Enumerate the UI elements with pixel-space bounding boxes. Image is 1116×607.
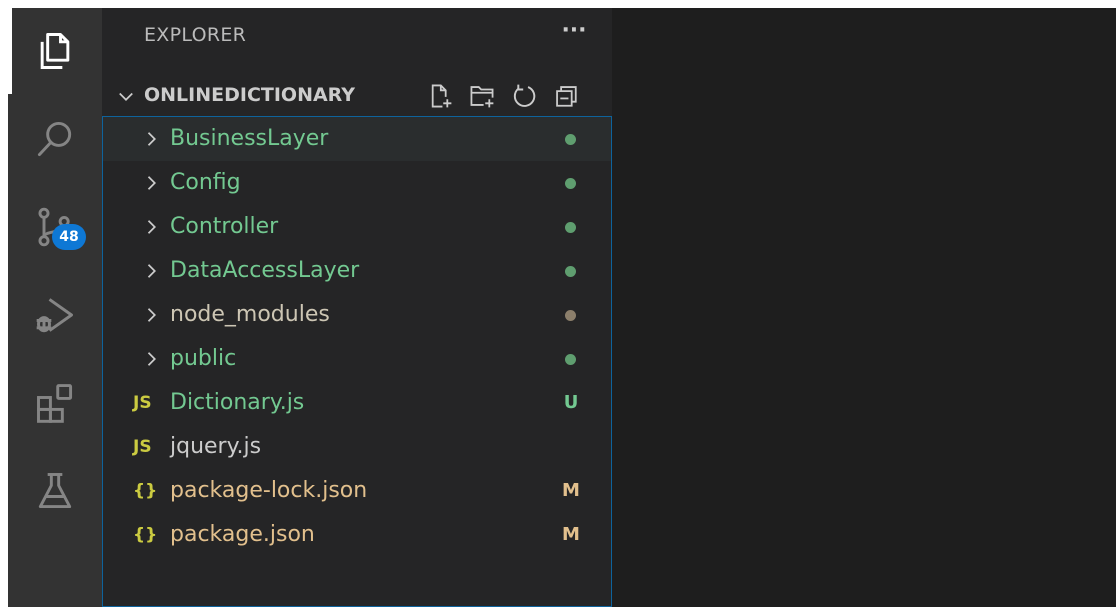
git-status-modified: M [562,524,580,545]
git-status-modified: M [562,480,580,501]
git-status-dot [565,354,576,365]
tree-item-businesslayer[interactable]: BusinessLayer [103,117,611,161]
tree-item-label: Config [170,170,241,195]
tree-item-dataaccesslayer[interactable]: DataAccessLayer [103,249,611,293]
tree-item-label: public [170,346,237,371]
tree-item-label: package-lock.json [170,478,368,503]
search-icon [37,121,72,157]
git-status-dot [565,222,576,233]
chevron-down-icon [119,92,133,101]
chevron-right-icon [147,176,156,190]
workspace-section-header[interactable]: ONLINEDICTIONARY [102,74,612,118]
activity-testing[interactable] [8,448,102,534]
tree-item-label: jquery.js [170,434,262,459]
tree-item-dictionary-js[interactable]: JS Dictionary.js U [103,381,611,425]
activity-bar: 48 [8,8,102,607]
new-folder-icon [470,86,494,108]
tree-item-config[interactable]: Config [103,161,611,205]
testing-flask-icon [38,473,72,509]
activity-run-debug[interactable] [8,272,102,358]
tree-item-package-json[interactable]: {} package.json M [103,513,611,557]
editor-area[interactable] [612,8,1116,607]
extensions-icon [37,384,73,423]
js-file-icon: JS [133,393,152,413]
json-file-icon: {} [133,481,158,501]
run-debug-icon [36,298,73,333]
tree-item-node-modules[interactable]: node_modules [103,293,611,337]
source-control-badge: 48 [52,224,86,250]
section-actions [424,80,582,112]
tree-item-jquery-js[interactable]: JS jquery.js [103,425,611,469]
workspace-title: ONLINEDICTIONARY [144,84,356,106]
refresh-button[interactable] [508,80,540,112]
tree-item-label: DataAccessLayer [170,258,360,283]
chevron-right-icon [147,308,156,322]
sidebar-title: EXPLORER [144,24,247,46]
activity-source-control[interactable]: 48 [8,184,102,270]
tree-item-package-lock-json[interactable]: {} package-lock.json M [103,469,611,513]
collapse-all-icon [556,86,577,107]
tree-item-label: node_modules [170,302,330,327]
collapse-all-button[interactable] [550,80,582,112]
chevron-right-icon [147,352,156,366]
new-file-icon [431,84,452,108]
tree-item-label: BusinessLayer [170,126,329,151]
chevron-right-icon [147,220,156,234]
refresh-icon [513,84,536,107]
activity-explorer[interactable] [8,8,102,94]
tree-item-label: Controller [170,214,279,239]
new-folder-button[interactable] [466,80,498,112]
activity-search[interactable] [8,96,102,182]
json-file-icon: {} [133,525,158,545]
js-file-icon: JS [133,437,152,457]
file-tree: BusinessLayer Config Controller DataAcce… [102,116,612,607]
chevron-right-icon [147,132,156,146]
new-file-button[interactable] [424,80,456,112]
tree-item-controller[interactable]: Controller [103,205,611,249]
chevron-right-icon [147,264,156,278]
activity-extensions[interactable] [8,360,102,446]
git-status-dot [565,310,576,321]
git-status-untracked: U [563,392,579,413]
tree-item-label: package.json [170,522,315,547]
git-status-dot [565,266,576,277]
tree-item-label: Dictionary.js [170,390,305,415]
git-status-dot [565,178,576,189]
tree-item-public[interactable]: public [103,337,611,381]
explorer-sidebar: EXPLORER ··· ONLINEDICTIONARY BusinessLa… [102,8,612,607]
git-status-dot [565,134,576,145]
files-icon [40,33,70,69]
more-actions-button[interactable]: ··· [554,16,594,52]
vscode-window: 48 EXPLORER ··· ONLINEDICTIONARY Busines… [8,8,1116,607]
